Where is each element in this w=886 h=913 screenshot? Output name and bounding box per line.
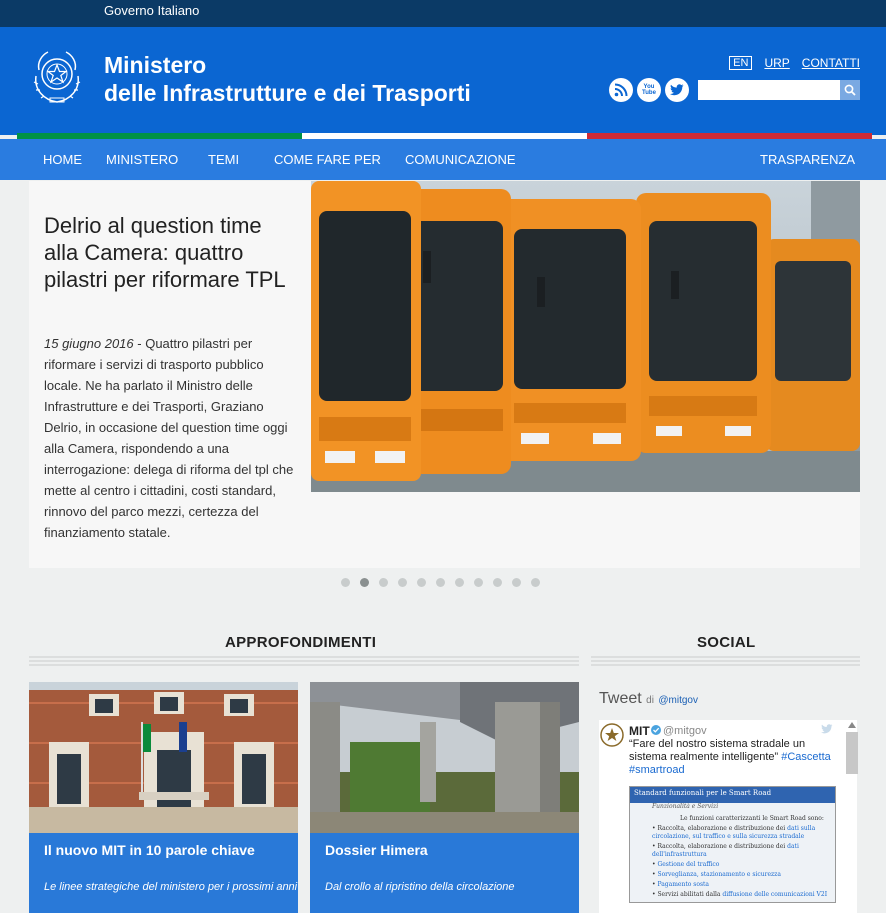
hero-date: 15 giugno 2016: [44, 336, 134, 351]
search-icon: [844, 84, 856, 96]
tweet-author-handle[interactable]: @mitgov: [663, 725, 707, 737]
tweet-body: “Fare del nostro sistema stradale un sis…: [629, 738, 806, 763]
card-subtitle: Le linee strategiche del ministero per i…: [44, 881, 298, 893]
twitter-widget-header: Tweet di @mitgov: [599, 690, 698, 708]
media-bullet-text: • Raccolta, elaborazione e distribuzione…: [652, 825, 788, 832]
section-rule-approfondimenti: [29, 656, 579, 666]
carousel-dot[interactable]: [493, 578, 502, 587]
language-en-link[interactable]: EN: [729, 56, 753, 70]
media-bullet-text: • Servizi abilitati dalla: [652, 891, 723, 898]
media-bullet-text: • Raccolta, elaborazione e distribuzione…: [652, 843, 788, 850]
section-title-approfondimenti: APPROFONDIMENTI: [225, 634, 377, 651]
carousel-dot[interactable]: [360, 578, 369, 587]
media-bullet-highlight: Sorveglianza, stazionamento e sicurezza: [657, 871, 781, 878]
carousel-dot[interactable]: [531, 578, 540, 587]
gov-top-bar: Governo Italiano: [0, 0, 886, 27]
hashtag-smartroad[interactable]: #smartroad: [629, 764, 685, 776]
carousel-dot[interactable]: [417, 578, 426, 587]
twitter-timeline: MIT @mitgov “Fare del nostro sistema str…: [599, 720, 858, 913]
hashtag-cascetta[interactable]: #Cascetta: [781, 751, 831, 763]
rss-icon[interactable]: [609, 78, 633, 102]
carousel-dot[interactable]: [379, 578, 388, 587]
carousel-dot[interactable]: [455, 578, 464, 587]
timeline-scrollbar[interactable]: [846, 732, 858, 774]
site-header: Ministero delle Infrastrutture e dei Tra…: [0, 27, 886, 135]
media-bullet-highlight: Gestione del traffico: [657, 861, 720, 868]
nav-item-trasparenza[interactable]: TRASPARENZA: [760, 152, 855, 167]
media-bullet-highlight: diffusione delle comunicazioni V2I: [722, 891, 828, 898]
youtube-icon[interactable]: You Tube: [637, 78, 661, 102]
media-bullet: • Gestione del traffico: [630, 861, 835, 869]
nav-item-comunicazione[interactable]: COMUNICAZIONE: [405, 152, 516, 167]
carousel-dot[interactable]: [474, 578, 483, 587]
carousel-dot[interactable]: [512, 578, 521, 587]
card-nuovo-mit[interactable]: Il nuovo MIT in 10 parole chiave Le line…: [29, 682, 298, 913]
nav-item-ministero[interactable]: MINISTERO: [106, 152, 178, 167]
card-image-palazzo: [29, 682, 298, 833]
media-lines: • Raccolta, elaborazione e distribuzione…: [630, 825, 835, 899]
youtube-icon-label: You Tube: [642, 84, 656, 96]
media-intro: Le funzioni caratterizzanti le Smart Roa…: [680, 815, 824, 822]
urp-link[interactable]: URP: [764, 56, 789, 70]
hero-image-buses[interactable]: [311, 181, 860, 492]
main-nav: HOME MINISTERO TEMI COME FARE PER COMUNI…: [0, 139, 886, 180]
mit-avatar[interactable]: [600, 722, 624, 748]
search-input[interactable]: [698, 80, 840, 100]
hero-body: - Quattro pilastri per riformare i servi…: [44, 336, 294, 540]
media-bullet-highlight: Pagamento sosta: [657, 881, 710, 888]
carousel-dot[interactable]: [341, 578, 350, 587]
nav-item-home[interactable]: HOME: [43, 152, 82, 167]
media-bullet: • Raccolta, elaborazione e distribuzione…: [630, 825, 835, 841]
hero-title[interactable]: Delrio al question time alla Camera: qua…: [44, 212, 294, 293]
search-button[interactable]: [840, 80, 860, 100]
site-title-line1[interactable]: Ministero: [104, 52, 206, 79]
social-icons: You Tube: [609, 78, 689, 102]
hero-carousel: Delrio al question time alla Camera: qua…: [29, 181, 860, 568]
utility-links: EN URP CONTATTI: [729, 56, 860, 70]
media-bullet: • Sorveglianza, stazionamento e sicurezz…: [630, 871, 835, 879]
verified-icon: [651, 725, 661, 735]
media-bullet: • Pagamento sosta: [630, 881, 835, 889]
card-dossier-himera[interactable]: Dossier Himera Dal crollo al ripristino …: [310, 682, 579, 913]
media-bullet: • Servizi abilitati dalla diffusione del…: [630, 891, 835, 899]
twitter-icon[interactable]: [665, 78, 689, 102]
carousel-dot[interactable]: [398, 578, 407, 587]
tweet-media-image[interactable]: Standard funzionali per le Smart Road Fu…: [629, 786, 836, 903]
media-subheader: Funzionalità e Servizi: [652, 803, 719, 810]
card-title[interactable]: Il nuovo MIT in 10 parole chiave: [44, 842, 255, 858]
media-bullet: • Raccolta, elaborazione e distribuzione…: [630, 843, 835, 859]
nav-item-come-fare-per[interactable]: COME FARE PER: [274, 152, 381, 167]
media-header: Standard funzionali per le Smart Road: [630, 787, 835, 803]
gov-label[interactable]: Governo Italiano: [104, 3, 199, 18]
twitter-account-link[interactable]: @mitgov: [658, 695, 698, 706]
site-title-line2[interactable]: delle Infrastrutture e dei Trasporti: [104, 80, 471, 107]
card-title[interactable]: Dossier Himera: [325, 842, 428, 858]
section-rule-social: [591, 656, 860, 666]
twitter-bird-icon[interactable]: [821, 724, 833, 734]
card-image-viaduct: [310, 682, 579, 833]
republic-emblem-icon[interactable]: [28, 46, 86, 106]
nav-item-temi[interactable]: TEMI: [208, 152, 239, 167]
carousel-dot[interactable]: [436, 578, 445, 587]
carousel-dots: [341, 578, 540, 587]
tweet-author-name[interactable]: MIT: [629, 724, 650, 738]
contatti-link[interactable]: CONTATTI: [802, 56, 860, 70]
card-subtitle: Dal crollo al ripristino della circolazi…: [325, 881, 515, 893]
hero-text: 15 giugno 2016 - Quattro pilastri per ri…: [44, 333, 294, 543]
media-header-title: Standard funzionali per le Smart Road: [634, 789, 772, 797]
tweet-text: “Fare del nostro sistema stradale un sis…: [629, 738, 844, 777]
twitter-heading: Tweet: [599, 690, 642, 707]
twitter-by: di: [646, 695, 654, 706]
scroll-up-icon[interactable]: [847, 721, 857, 729]
section-title-social: SOCIAL: [697, 634, 756, 651]
